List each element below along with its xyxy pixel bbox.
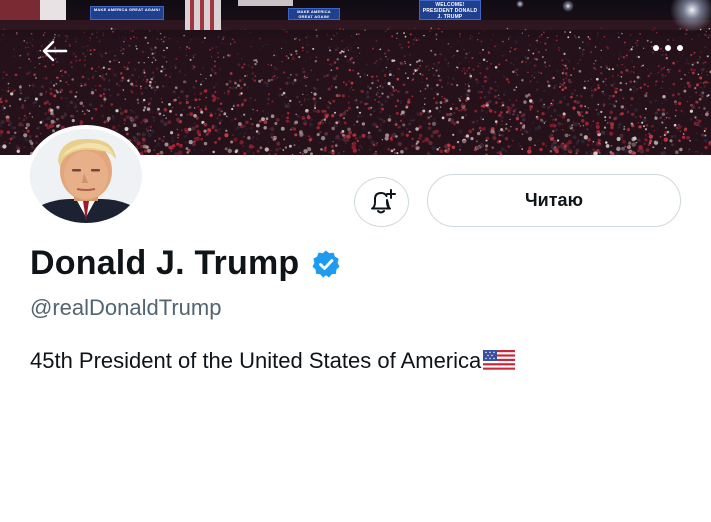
back-button[interactable] (42, 40, 76, 70)
avatar-portrait-image (30, 129, 142, 223)
notifications-button[interactable] (354, 177, 409, 227)
arrow-left-icon (42, 40, 68, 62)
banner-sign: MAKE AMERICA GREAT AGAIN! (288, 8, 340, 20)
profile-bio-text: 45th President of the United States of A… (30, 348, 482, 373)
banner-sign: MAKE AMERICA GREAT AGAIN! (90, 6, 164, 20)
verified-badge-icon (311, 249, 341, 279)
following-button[interactable]: Читаю (427, 174, 681, 227)
profile-name-row: Donald J. Trump (30, 244, 341, 283)
banner-sign: WELCOME! PRESIDENT DONALD J. TRUMP (419, 0, 481, 20)
more-horizontal-icon (653, 45, 683, 51)
profile-handle: @realDonaldTrump (30, 295, 222, 320)
profile-bio: 45th President of the United States of A… (30, 348, 516, 374)
profile-display-name: Donald J. Trump (30, 244, 300, 282)
more-options-button[interactable] (651, 44, 695, 66)
us-flag-icon (483, 350, 516, 372)
profile-avatar[interactable] (26, 125, 146, 227)
bell-plus-icon (370, 189, 396, 214)
